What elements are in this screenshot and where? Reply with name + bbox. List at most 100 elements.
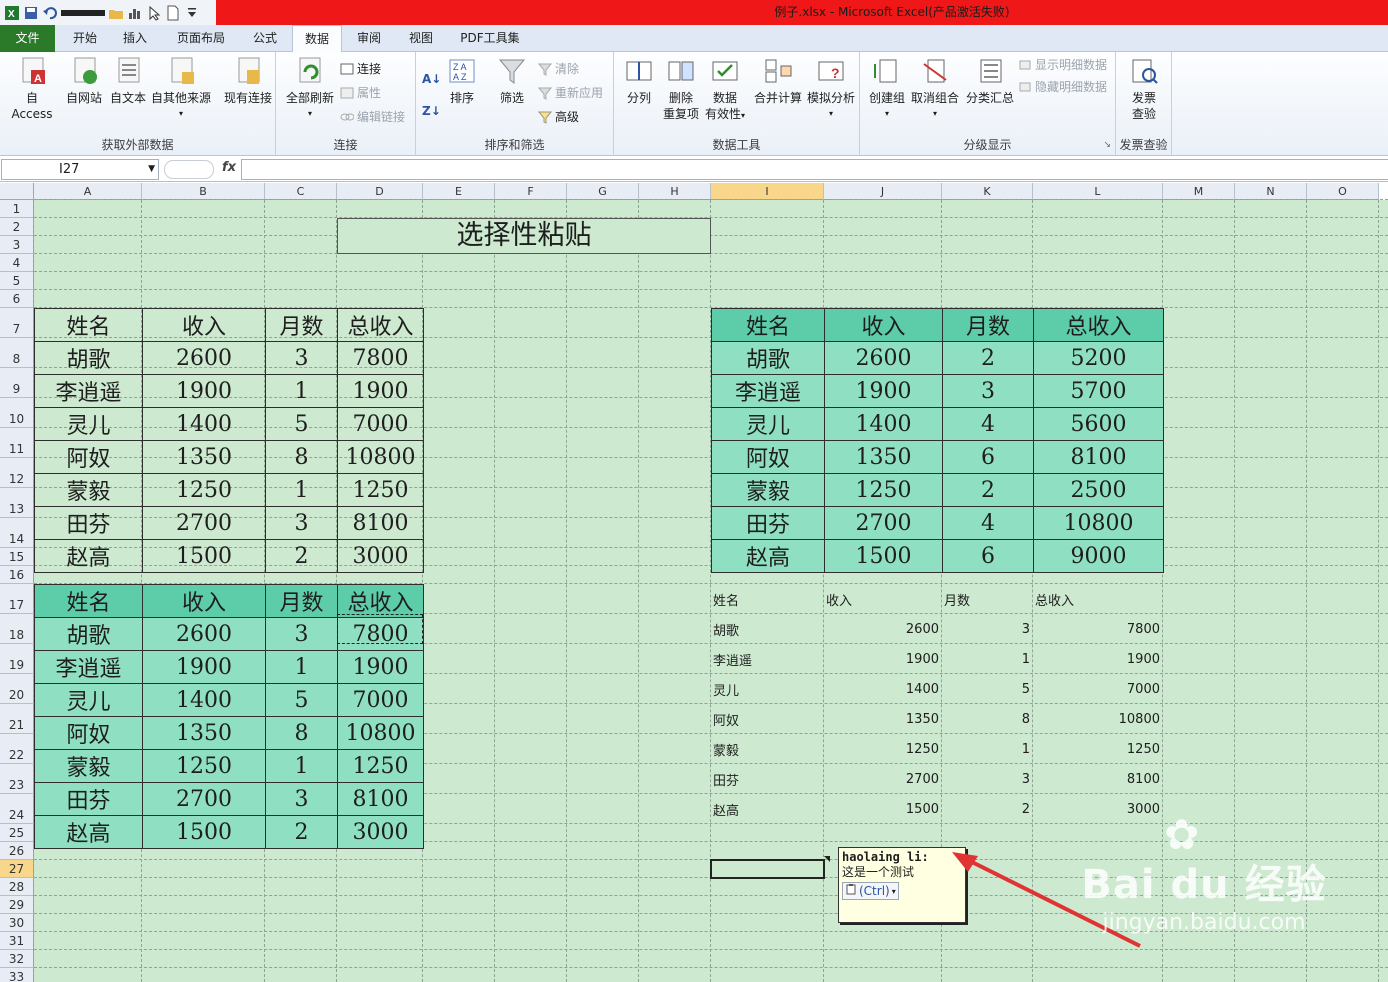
- table-cell[interactable]: 2: [265, 815, 338, 849]
- column-header-cell[interactable]: 姓名: [711, 584, 824, 614]
- tab-review[interactable]: 审阅: [346, 25, 392, 52]
- table-cell[interactable]: 蒙毅: [711, 473, 825, 507]
- table-cell[interactable]: 5: [942, 674, 1033, 704]
- select-all-corner[interactable]: [0, 183, 34, 200]
- table-cell[interactable]: 灵儿: [711, 674, 824, 704]
- table-cell[interactable]: 灵儿: [34, 407, 143, 441]
- column-header-L[interactable]: L: [1033, 183, 1163, 200]
- table-cell[interactable]: 2700: [142, 506, 266, 540]
- column-header-D[interactable]: D: [337, 183, 423, 200]
- column-header-G[interactable]: G: [567, 183, 639, 200]
- table-cell[interactable]: 10800: [1033, 704, 1163, 734]
- column-header-O[interactable]: O: [1307, 183, 1379, 200]
- column-header-cell[interactable]: 月数: [265, 308, 338, 342]
- undo-icon[interactable]: [42, 5, 58, 21]
- sort-asc-button[interactable]: A↓: [422, 70, 441, 88]
- row-header-19[interactable]: 19: [0, 644, 34, 674]
- row-header-10[interactable]: 10: [0, 398, 34, 428]
- column-header-F[interactable]: F: [495, 183, 567, 200]
- table-cell[interactable]: 1: [265, 374, 338, 408]
- column-header-N[interactable]: N: [1235, 183, 1307, 200]
- table-cell[interactable]: 8100: [1033, 764, 1163, 794]
- table-cell[interactable]: 1250: [1033, 734, 1163, 764]
- table-cell[interactable]: 1: [265, 473, 338, 507]
- row-header-1[interactable]: 1: [0, 200, 34, 218]
- data-validation-button[interactable]: 数据 有效性▾: [704, 56, 746, 124]
- column-header-cell[interactable]: 姓名: [34, 584, 143, 618]
- table-cell[interactable]: 李逍遥: [34, 650, 143, 684]
- row-header-25[interactable]: 25: [0, 824, 34, 842]
- table-cell[interactable]: 赵高: [34, 815, 143, 849]
- table-cell[interactable]: 3: [942, 614, 1033, 644]
- column-header-cell[interactable]: 月数: [942, 584, 1033, 614]
- table-cell[interactable]: 蒙毅: [34, 749, 143, 783]
- table-cell[interactable]: 5: [265, 683, 338, 717]
- name-box[interactable]: I27 ▼: [1, 159, 159, 180]
- column-header-J[interactable]: J: [824, 183, 942, 200]
- row-header-12[interactable]: 12: [0, 458, 34, 488]
- table-cell[interactable]: 1900: [337, 374, 424, 408]
- connections-button[interactable]: 连接: [340, 60, 381, 78]
- insert-function-button[interactable]: fx: [222, 160, 236, 175]
- column-header-A[interactable]: A: [34, 183, 142, 200]
- show-detail-button[interactable]: 显示明细数据: [1018, 56, 1107, 74]
- column-header-M[interactable]: M: [1163, 183, 1235, 200]
- from-access-button[interactable]: A 自 Access: [4, 56, 60, 122]
- column-header-H[interactable]: H: [639, 183, 711, 200]
- table-cell[interactable]: 田芬: [34, 782, 143, 816]
- table-cell[interactable]: 1: [942, 734, 1033, 764]
- table-cell[interactable]: 1500: [142, 815, 266, 849]
- table-cell[interactable]: 1250: [824, 734, 942, 764]
- table-cell[interactable]: 1350: [142, 716, 266, 750]
- table-cell[interactable]: 李逍遥: [711, 374, 825, 408]
- row-header-32[interactable]: 32: [0, 950, 34, 968]
- table-cell[interactable]: 3: [265, 617, 338, 651]
- cell-area[interactable]: 选择性粘贴 姓名 收入 月数 总收入 胡歌 2600 3 7800 李逍遥 1900 1 1900 灵儿…: [33, 199, 1388, 982]
- table-cell[interactable]: 2700: [824, 506, 943, 540]
- column-header-cell[interactable]: 收入: [142, 308, 266, 342]
- row-header-4[interactable]: 4: [0, 254, 34, 272]
- table-cell[interactable]: 2600: [142, 341, 266, 375]
- row-header-18[interactable]: 18: [0, 614, 34, 644]
- table-cell[interactable]: 2: [942, 473, 1034, 507]
- table-cell[interactable]: 1500: [824, 539, 943, 573]
- table-cell[interactable]: 1500: [824, 794, 942, 824]
- row-header-13[interactable]: 13: [0, 488, 34, 518]
- tab-pdf-tools[interactable]: PDF工具集: [452, 25, 528, 52]
- table-cell[interactable]: 4: [942, 506, 1034, 540]
- sheet-title-cell[interactable]: 选择性粘贴: [337, 218, 711, 254]
- table-cell[interactable]: 4: [942, 407, 1034, 441]
- tab-data[interactable]: 数据: [292, 25, 342, 53]
- table-cell[interactable]: 5600: [1033, 407, 1164, 441]
- worksheet-grid[interactable]: ABCDEFGHIJKLMNO 1 2 3 4 5 6 7 8 9 10 11 12 13 14 15 16 1…: [0, 183, 1388, 982]
- properties-button[interactable]: 属性: [340, 84, 381, 102]
- table-cell[interactable]: 1500: [142, 539, 266, 573]
- row-header-16[interactable]: 16: [0, 566, 34, 584]
- customize-qat-icon[interactable]: [184, 5, 200, 21]
- table-cell[interactable]: 阿奴: [34, 440, 143, 474]
- table-cell[interactable]: 3: [265, 782, 338, 816]
- tab-view[interactable]: 视图: [398, 25, 444, 52]
- table-cell[interactable]: 3: [942, 764, 1033, 794]
- from-text-button[interactable]: 自文本: [106, 56, 150, 106]
- sort-button[interactable]: Z AA Z 排序: [444, 56, 480, 106]
- edit-links-button[interactable]: 编辑链接: [340, 108, 405, 126]
- tab-insert[interactable]: 插入: [112, 25, 158, 52]
- table-cell[interactable]: 10800: [1033, 506, 1164, 540]
- column-header-C[interactable]: C: [265, 183, 337, 200]
- table-cell[interactable]: 阿奴: [711, 440, 825, 474]
- table-cell[interactable]: 10800: [337, 716, 424, 750]
- filter-button[interactable]: 筛选: [494, 56, 530, 106]
- column-header-cell[interactable]: 收入: [824, 584, 942, 614]
- table-cell[interactable]: 1250: [337, 473, 424, 507]
- table-cell[interactable]: 蒙毅: [34, 473, 143, 507]
- name-box-dropdown-icon[interactable]: ▼: [148, 160, 155, 179]
- table-cell[interactable]: 灵儿: [711, 407, 825, 441]
- column-header-I[interactable]: I: [711, 183, 824, 200]
- column-header-cell[interactable]: 月数: [265, 584, 338, 618]
- row-header-21[interactable]: 21: [0, 704, 34, 734]
- table-cell[interactable]: 田芬: [711, 506, 825, 540]
- row-header-11[interactable]: 11: [0, 428, 34, 458]
- column-header-cell[interactable]: 姓名: [34, 308, 143, 342]
- table-cell[interactable]: 田芬: [711, 764, 824, 794]
